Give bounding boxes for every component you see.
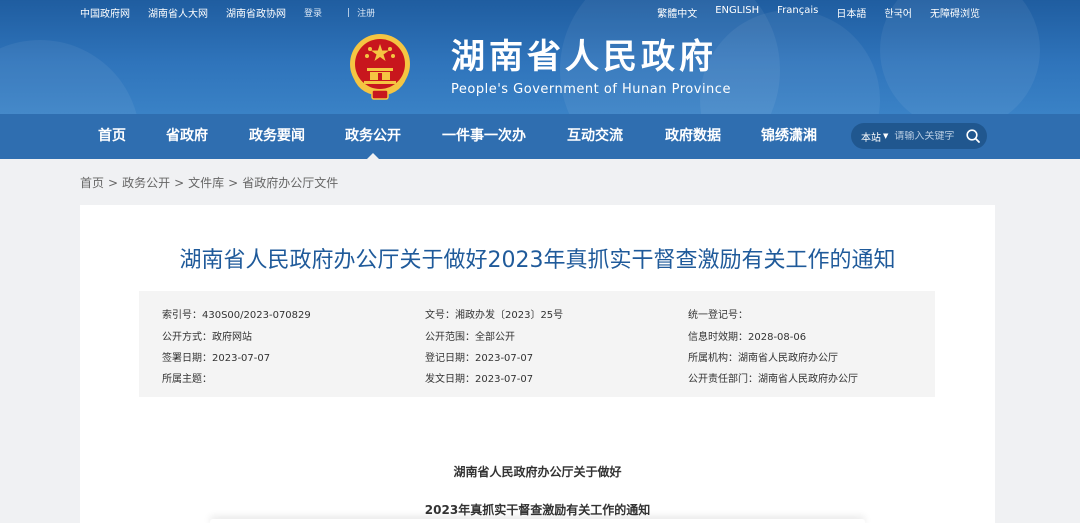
document-title: 湖南省人民政府办公厅关于做好2023年真抓实干督查激励有关工作的通知 <box>179 248 896 273</box>
nav-item-government-data[interactable]: 政府数据 <box>665 114 721 159</box>
meta-disclosure-scope: 公开范围：全部公开 <box>425 332 515 343</box>
meta-validity-period: 信息时效期：2028-08-06 <box>688 332 807 343</box>
breadcrumb-separator: > <box>108 176 119 190</box>
lang-english[interactable]: ENGLISH <box>715 5 759 20</box>
meta-index-number: 索引号：430S00/2023-070829 <box>162 310 311 321</box>
search-box: 本站 ▼ <box>851 123 987 149</box>
breadcrumb-separator: > <box>174 176 185 190</box>
breadcrumb: 首页 > 政务公开 > 文件库 > 省政府办公厅文件 <box>80 174 338 191</box>
header-decoration <box>0 40 140 114</box>
register-link[interactable]: 注册 <box>357 6 375 19</box>
language-links: 繁體中文 ENGLISH Français 日本語 한국어 无障碍浏览 <box>639 5 980 20</box>
national-emblem-icon[interactable] <box>348 32 412 100</box>
breadcrumb-government-affairs[interactable]: 政务公开 <box>122 176 170 190</box>
search-input[interactable] <box>894 130 961 142</box>
breadcrumb-separator: > <box>228 176 239 190</box>
nav-item-provincial-government[interactable]: 省政府 <box>166 114 208 159</box>
meta-registration-date: 登记日期：2023-07-07 <box>425 353 534 364</box>
document-body-heading-line-2: 2023年真抓实干督查激励有关工作的通知 <box>424 503 651 517</box>
top-link-gov-cn[interactable]: 中国政府网 <box>80 5 130 20</box>
nav-item-government-news[interactable]: 政务要闻 <box>249 114 305 159</box>
top-link-hunan-npc[interactable]: 湖南省人大网 <box>148 5 208 20</box>
site-title: 湖南省人民政府 <box>451 37 717 77</box>
nav-item-one-thing-once[interactable]: 一件事一次办 <box>442 114 526 159</box>
meta-disclosure-method: 公开方式：政府网站 <box>162 332 252 343</box>
lang-japanese[interactable]: 日本語 <box>836 5 866 20</box>
breadcrumb-document-library[interactable]: 文件库 <box>188 176 224 190</box>
lang-korean[interactable]: 한국어 <box>884 5 912 20</box>
meta-document-number: 文号：湘政办发〔2023〕25号 <box>425 310 564 321</box>
document-panel: 湖南省人民政府办公厅关于做好2023年真抓实干督查激励有关工作的通知 索引号：4… <box>80 205 995 523</box>
lang-french[interactable]: Français <box>777 5 818 20</box>
meta-topic: 所属主题： <box>162 374 212 385</box>
nav-item-home[interactable]: 首页 <box>98 114 126 159</box>
document-metadata: 索引号：430S00/2023-070829 文号：湘政办发〔2023〕25号 … <box>139 291 935 397</box>
top-link-hunan-cppcc[interactable]: 湖南省政协网 <box>226 5 286 20</box>
breadcrumb-home[interactable]: 首页 <box>80 176 104 190</box>
meta-registration-number: 统一登记号： <box>688 310 748 321</box>
login-link[interactable]: 登录 <box>304 6 322 19</box>
search-scope-select[interactable]: 本站 <box>861 129 881 144</box>
meta-issuing-agency: 所属机构：湖南省人民政府办公厅 <box>688 353 838 364</box>
login-divider: | <box>347 7 351 18</box>
top-bar: 中国政府网 湖南省人大网 湖南省政协网 登录 | 注册 繁體中文 ENGLISH… <box>0 0 1080 22</box>
chevron-down-icon[interactable]: ▼ <box>883 132 888 140</box>
document-body-heading-line-1: 湖南省人民政府办公厅关于做好 <box>453 465 622 479</box>
nav-item-government-affairs-disclosure[interactable]: 政务公开 <box>345 114 401 159</box>
site-title-english: People's Government of Hunan Province <box>451 82 731 97</box>
meta-responsible-department: 公开责任部门：湖南省人民政府办公厅 <box>688 374 858 385</box>
site-header: 中国政府网 湖南省人大网 湖南省政协网 登录 | 注册 繁體中文 ENGLISH… <box>0 0 1080 114</box>
meta-signing-date: 签署日期：2023-07-07 <box>162 353 271 364</box>
content-divider <box>210 519 865 523</box>
nav-item-interaction[interactable]: 互动交流 <box>567 114 623 159</box>
search-icon[interactable] <box>965 128 981 144</box>
top-bar-links: 中国政府网 湖南省人大网 湖南省政协网 登录 | 注册 <box>80 5 393 21</box>
breadcrumb-office-documents[interactable]: 省政府办公厅文件 <box>242 176 338 190</box>
accessibility-link[interactable]: 无障碍浏览 <box>930 5 980 20</box>
nav-item-scenic-hunan[interactable]: 锦绣潇湘 <box>761 114 817 159</box>
lang-traditional-chinese[interactable]: 繁體中文 <box>657 5 697 20</box>
meta-issue-date: 发文日期：2023-07-07 <box>425 374 534 385</box>
